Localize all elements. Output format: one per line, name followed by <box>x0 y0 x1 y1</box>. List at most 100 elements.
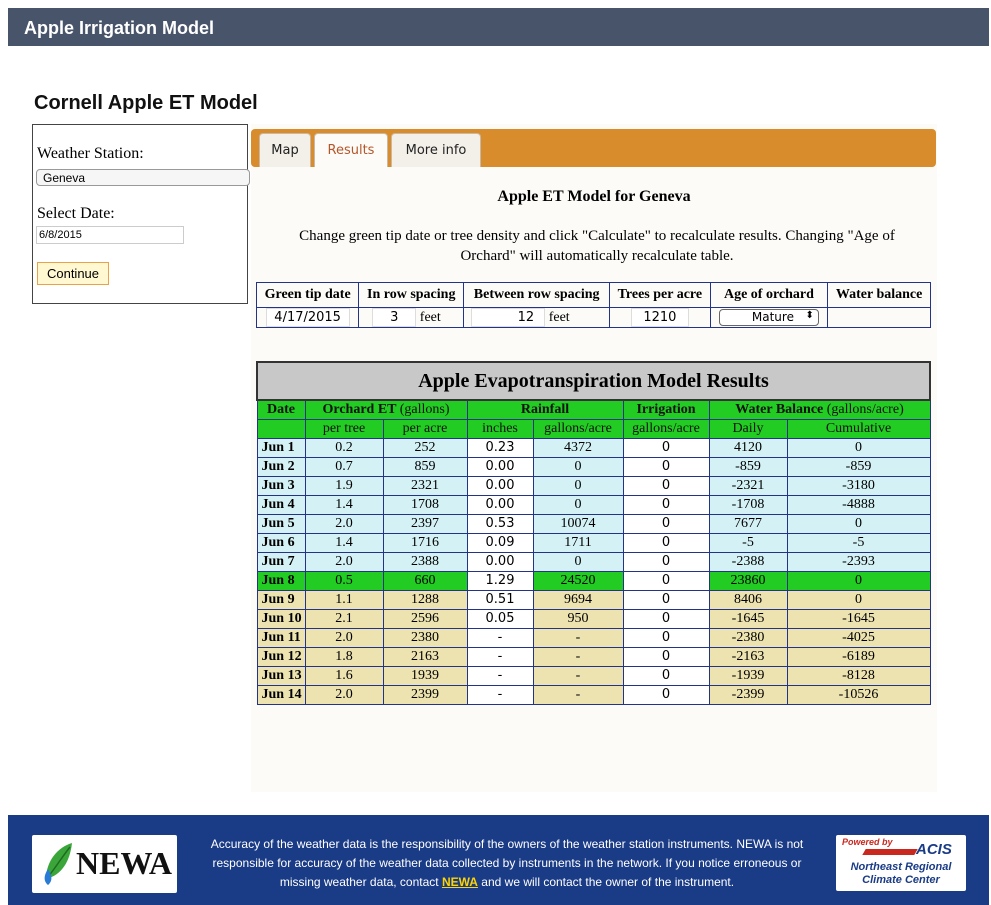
row-irrigation-cell: 0 <box>622 570 710 591</box>
tab-map[interactable]: Map <box>259 133 311 167</box>
row-rain-gallons: 4372 <box>532 437 624 458</box>
page-title: Cornell Apple ET Model <box>34 92 258 114</box>
row-balance-cumulative: -4888 <box>786 494 931 515</box>
row-irrigation-input[interactable]: 0 <box>638 458 694 474</box>
row-date: Jun 6 <box>256 532 306 553</box>
row-rain-gallons: 10074 <box>532 513 624 534</box>
row-rain-inches-cell: 0.23 <box>466 437 534 458</box>
row-balance-cumulative: 0 <box>786 437 931 458</box>
row-rain-gallons: 1711 <box>532 532 624 553</box>
water-balance-unit: (gallons/acre) <box>826 401 904 417</box>
row-rain-inches-input[interactable]: 0.00 <box>472 553 528 569</box>
row-irrigation-input[interactable]: 0 <box>638 610 694 626</box>
row-irrigation-input[interactable]: 0 <box>638 591 694 607</box>
subheader-per-tree: per tree <box>304 418 384 439</box>
row-balance-daily: -5 <box>708 532 788 553</box>
between-row-input[interactable]: 12 <box>471 308 546 327</box>
row-rain-inches-input[interactable]: 0.09 <box>472 534 528 550</box>
row-rain-inches-cell: 0.09 <box>466 532 534 553</box>
tab-bar: Map Results More info <box>251 129 936 167</box>
tab-results[interactable]: Results <box>314 133 388 167</box>
row-rain-inches-input[interactable]: 0.23 <box>472 439 528 455</box>
row-rain-inches-input[interactable]: 0.00 <box>472 496 528 512</box>
row-balance-daily: 23860 <box>708 570 788 591</box>
date-input[interactable]: 6/8/2015 <box>36 226 184 244</box>
row-rain-gallons: 24520 <box>532 570 624 591</box>
in-row-cell: 3 feet <box>358 307 465 328</box>
in-row-input[interactable]: 3 <box>372 308 417 327</box>
row-et-per-tree: 2.0 <box>304 684 384 705</box>
row-balance-daily: -1645 <box>708 608 788 629</box>
row-rain-inches-input[interactable]: 0.00 <box>472 458 528 474</box>
row-date: Jun 11 <box>256 627 306 648</box>
row-rain-inches-cell: 0.00 <box>466 494 534 515</box>
results-panel: Map Results More info Apple ET Model for… <box>251 124 937 792</box>
header-water-balance: Water balance <box>827 282 931 308</box>
row-irrigation-input[interactable]: 0 <box>638 515 694 531</box>
row-date: Jun 8 <box>256 570 306 591</box>
trees-per-acre-input[interactable]: 1210 <box>630 308 689 327</box>
row-rain-inches-input[interactable]: 0.53 <box>472 515 528 531</box>
acis-logo: Powered by ACIS Northeast Regional Clima… <box>836 835 966 891</box>
subheader-cumulative: Cumulative <box>786 418 931 439</box>
subheader-inches: inches <box>466 418 534 439</box>
row-balance-daily: -1939 <box>708 665 788 686</box>
row-et-per-tree: 1.8 <box>304 646 384 667</box>
acis-powered-by: Powered by <box>842 837 893 847</box>
header-trees-per-acre: Trees per acre <box>609 282 711 308</box>
row-rain-inches-input[interactable]: - <box>472 667 528 683</box>
row-balance-cumulative: -10526 <box>786 684 931 705</box>
row-rain-inches-input[interactable]: 1.29 <box>472 572 528 588</box>
row-rain-inches-cell: 0.00 <box>466 456 534 477</box>
row-irrigation-input[interactable]: 0 <box>638 667 694 683</box>
row-irrigation-input[interactable]: 0 <box>638 496 694 512</box>
row-rain-inches-input[interactable]: 0.05 <box>472 610 528 626</box>
row-rain-inches-input[interactable]: - <box>472 648 528 664</box>
continue-button[interactable]: Continue <box>37 262 109 285</box>
row-irrigation-cell: 0 <box>622 551 710 572</box>
row-rain-inches-input[interactable]: - <box>472 629 528 645</box>
row-irrigation-input[interactable]: 0 <box>638 686 694 702</box>
tab-more-info[interactable]: More info <box>391 133 481 167</box>
row-et-per-acre: 859 <box>382 456 468 477</box>
row-rain-inches-cell: - <box>466 665 534 686</box>
row-et-per-tree: 1.9 <box>304 475 384 496</box>
row-et-per-tree: 0.2 <box>304 437 384 458</box>
row-rain-inches-cell: 0.00 <box>466 551 534 572</box>
row-irrigation-input[interactable]: 0 <box>638 572 694 588</box>
row-irrigation-input[interactable]: 0 <box>638 534 694 550</box>
row-irrigation-input[interactable]: 0 <box>638 553 694 569</box>
subheader-irrigation-gallons: gallons/acre <box>622 418 710 439</box>
row-balance-daily: 4120 <box>708 437 788 458</box>
row-et-per-acre: 2397 <box>382 513 468 534</box>
header-water-balance: Water Balance (gallons/acre) <box>708 399 931 420</box>
table-row: Jun 4 1.4 1708 0.00 0 0 -1708 -4888 <box>256 494 931 515</box>
table-row: Jun 2 0.7 859 0.00 0 0 -859 -859 <box>256 456 931 477</box>
row-irrigation-input[interactable]: 0 <box>638 648 694 664</box>
row-rain-inches-cell: - <box>466 627 534 648</box>
age-select[interactable]: Mature ⬍ <box>718 309 819 326</box>
select-arrows-icon: ⬍ <box>805 310 814 321</box>
row-rain-inches-input[interactable]: 0.00 <box>472 477 528 493</box>
header-irrigation: Irrigation <box>622 399 710 420</box>
row-balance-daily: -1708 <box>708 494 788 515</box>
row-irrigation-input[interactable]: 0 <box>638 477 694 493</box>
row-et-per-acre: 2380 <box>382 627 468 648</box>
acis-swoosh-icon <box>862 849 918 855</box>
row-rain-gallons: - <box>532 646 624 667</box>
et-results-table: Apple Evapotranspiration Model Results D… <box>256 361 931 705</box>
acis-line1: Northeast Regional <box>850 861 952 873</box>
between-row-unit: feet <box>548 310 570 325</box>
row-rain-inches-input[interactable]: 0.51 <box>472 591 528 607</box>
row-irrigation-cell: 0 <box>622 494 710 515</box>
station-select[interactable]: Geneva <box>36 169 250 186</box>
row-rain-inches-input[interactable]: - <box>472 686 528 702</box>
row-irrigation-cell: 0 <box>622 532 710 553</box>
row-irrigation-input[interactable]: 0 <box>638 439 694 455</box>
green-tip-input[interactable]: 4/17/2015 <box>265 308 350 327</box>
row-balance-cumulative: -6189 <box>786 646 931 667</box>
row-irrigation-cell: 0 <box>622 437 710 458</box>
newa-contact-link[interactable]: NEWA <box>442 875 478 889</box>
row-irrigation-input[interactable]: 0 <box>638 629 694 645</box>
row-date: Jun 10 <box>256 608 306 629</box>
